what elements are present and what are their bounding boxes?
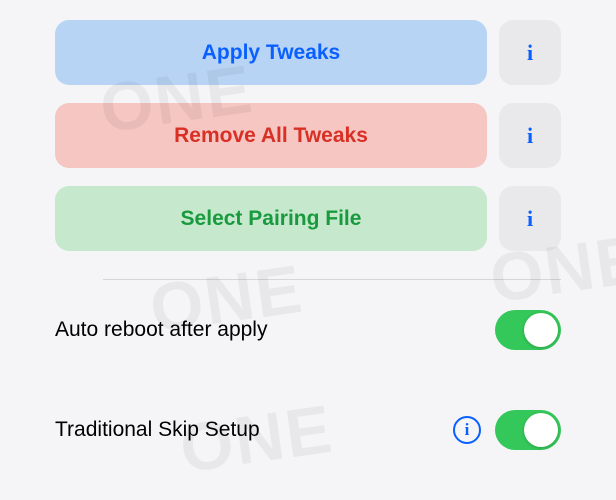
main-container: Apply Tweaks i Remove All Tweaks i Selec… <box>0 0 616 480</box>
auto-reboot-label: Auto reboot after apply <box>55 318 267 342</box>
info-icon: i <box>527 206 533 232</box>
info-icon: i <box>527 123 533 149</box>
settings-section: Auto reboot after apply Traditional Skip… <box>55 280 561 480</box>
select-pairing-button[interactable]: Select Pairing File <box>55 186 487 251</box>
info-icon: i <box>527 40 533 66</box>
apply-label: Apply Tweaks <box>202 41 341 65</box>
apply-tweaks-button[interactable]: Apply Tweaks <box>55 20 487 85</box>
skip-setup-controls: i <box>453 410 561 450</box>
skip-setup-label: Traditional Skip Setup <box>55 418 260 442</box>
skip-setup-toggle[interactable] <box>495 410 561 450</box>
auto-reboot-toggle[interactable] <box>495 310 561 350</box>
select-row: Select Pairing File i <box>55 186 561 251</box>
select-info-button[interactable]: i <box>499 186 561 251</box>
remove-label: Remove All Tweaks <box>174 124 368 148</box>
info-icon: i <box>465 420 470 440</box>
toggle-knob <box>524 413 558 447</box>
auto-reboot-row: Auto reboot after apply <box>55 280 561 380</box>
remove-row: Remove All Tweaks i <box>55 103 561 168</box>
auto-reboot-controls <box>495 310 561 350</box>
select-label: Select Pairing File <box>181 207 362 231</box>
remove-info-button[interactable]: i <box>499 103 561 168</box>
apply-info-button[interactable]: i <box>499 20 561 85</box>
skip-setup-row: Traditional Skip Setup i <box>55 380 561 480</box>
skip-setup-info-icon[interactable]: i <box>453 416 481 444</box>
apply-row: Apply Tweaks i <box>55 20 561 85</box>
remove-tweaks-button[interactable]: Remove All Tweaks <box>55 103 487 168</box>
toggle-knob <box>524 313 558 347</box>
